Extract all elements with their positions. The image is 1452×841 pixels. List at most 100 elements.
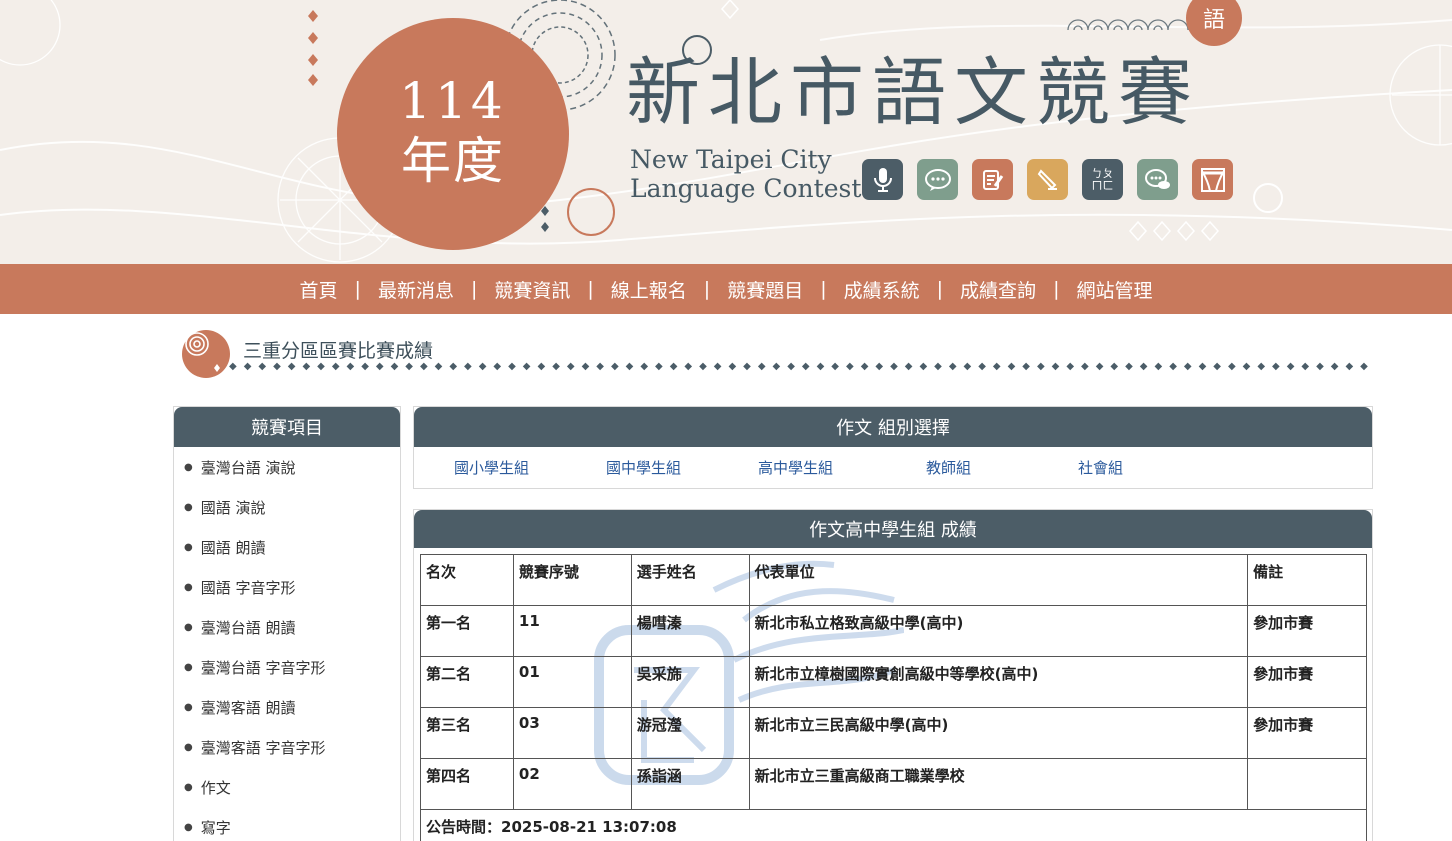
announce-cell: 公告時間：2025-08-21 13:07:08 [420,809,1367,841]
nav-online-registration[interactable]: 線上報名 [609,276,689,303]
sidebar-item-label: 國語 朗讀 [200,538,266,557]
bullet-icon: ● [184,461,193,473]
cell-unit: 新北市立三民高級中學(高中) [748,707,1249,759]
bullet-icon: ● [184,501,193,513]
stage-curtain-icon [1192,159,1233,200]
nav-separator: | [587,278,594,300]
nav-home[interactable]: 首頁 [298,276,340,303]
announce-row: 公告時間：2025-08-21 13:07:08 [420,809,1367,841]
group-link-elementary[interactable]: 國小學生組 [454,457,529,478]
group-link-public[interactable]: 社會組 [1078,457,1123,478]
nav-contest-info[interactable]: 競賽資訊 [492,276,572,303]
sidebar: 競賽項目 ● 臺灣台語 演說 ● 國語 演說 ● 國語 朗讀 ● 國語 字音字形 ● 臺灣… [173,406,401,841]
announce-label: 公告時間： [426,818,502,836]
table-header-row: 名次 競賽序號 選手姓名 代表單位 備註 [420,554,1367,606]
announce-time: 2025-08-21 13:07:08 [501,818,677,836]
sidebar-item-taiwanese-characters[interactable]: ● 臺灣台語 字音字形 [174,647,400,687]
results-panel: 作文高中學生組 成績 名次 競賽序號 選手姓名 代表單位 備註 第一名 11 楊… [413,509,1373,841]
sidebar-item-composition[interactable]: ● 作文 [174,767,400,807]
cell-unit: 新北市立樟樹國際實創高級中等學校(高中) [748,656,1249,708]
bullet-icon: ● [184,541,193,553]
section-divider: ◆◆◆◆◆◆◆◆◆◆◆◆◆◆◆◆◆◆◆◆◆◆◆◆◆◆◆◆◆◆◆◆◆◆◆◆◆◆◆◆… [229,362,1369,372]
sidebar-item-hakka-characters[interactable]: ● 臺灣客語 字音字形 [174,727,400,767]
table-row: 第三名 03 游冠瀅 新北市立三民高級中學(高中) 參加市賽 [420,707,1367,759]
bullet-icon: ● [184,621,193,633]
sidebar-item-label: 國語 演說 [200,498,266,517]
site-title-en-line1: New Taipei City [630,145,832,174]
column-header-remark: 備註 [1247,554,1367,606]
sidebar-item-mandarin-characters[interactable]: ● 國語 字音字形 [174,567,400,607]
year-number: 114 [399,71,507,130]
year-badge: 114 年度 [337,18,569,250]
bullet-icon: ● [184,741,193,753]
nav-latest-news[interactable]: 最新消息 [376,276,456,303]
nav-separator: | [820,278,827,300]
sidebar-list: ● 臺灣台語 演說 ● 國語 演說 ● 國語 朗讀 ● 國語 字音字形 ● 臺灣台語 朗讀… [174,447,400,841]
nav-separator: | [936,278,944,300]
sidebar-item-taiwanese-reading[interactable]: ● 臺灣台語 朗讀 [174,607,400,647]
bullet-icon: ● [184,781,193,793]
cell-serial: 11 [512,605,632,657]
cell-remark: 參加市賽 [1247,707,1367,759]
table-row: 第一名 11 楊嘒溱 新北市私立格致高級中學(高中) 參加市賽 [420,605,1367,657]
nav-separator: | [354,278,361,300]
sidebar-item-mandarin-reading[interactable]: ● 國語 朗讀 [174,527,400,567]
site-title-en: New Taipei City Language Contest [630,145,861,203]
cell-unit: 新北市立三重高級商工職業學校 [748,758,1249,810]
sidebar-item-label: 臺灣客語 字音字形 [200,738,326,757]
nav-score-query[interactable]: 成績查詢 [958,276,1038,303]
nav-separator: | [470,278,478,300]
column-header-unit: 代表單位 [748,554,1249,606]
cell-rank: 第三名 [420,707,514,759]
cell-serial: 03 [512,707,632,759]
sidebar-item-label: 國語 字音字形 [200,578,296,597]
category-icon-row: ㄅㄆ ㄇㄈ [862,159,1233,200]
sidebar-header: 競賽項目 [174,407,400,447]
cell-serial: 01 [512,656,632,708]
nav-site-admin[interactable]: 網站管理 [1074,276,1154,303]
speech-bubble-icon [917,159,958,200]
cell-unit: 新北市私立格致高級中學(高中) [748,605,1249,657]
group-link-junior-high[interactable]: 國中學生組 [606,457,681,478]
nav-contest-topics[interactable]: 競賽題目 [725,276,805,303]
site-title-en-line2: Language Contest [630,174,862,203]
sidebar-item-calligraphy[interactable]: ● 寫字 [174,807,400,841]
emblem-glyph: 語 [1202,8,1225,33]
sidebar-item-label: 寫字 [200,818,231,837]
column-header-name: 選手姓名 [630,554,750,606]
page-title: 三重分區區賽比賽成績 [243,340,434,362]
group-selection-panel: 作文 組別選擇 國小學生組 國中學生組 高中學生組 教師組 社會組 [413,406,1373,489]
microphone-icon [862,159,903,200]
cell-rank: 第一名 [420,605,514,657]
results-header: 作文高中學生組 成績 [414,510,1372,548]
writing-note-icon [972,159,1013,200]
group-link-senior-high[interactable]: 高中學生組 [758,457,833,478]
cell-remark: 參加市賽 [1247,605,1367,657]
bopomofo-icon: ㄅㄆ ㄇㄈ [1082,159,1123,200]
nav-score-system[interactable]: 成績系統 [842,276,922,303]
bullet-icon: ● [184,821,193,833]
table-row: 第四名 02 孫詣涵 新北市立三重高級商工職業學校 [420,758,1367,810]
cell-name: 吳采旆 [630,656,750,708]
section-heading: 三重分區區賽比賽成績 ◆◆◆◆◆◆◆◆◆◆◆◆◆◆◆◆◆◆◆◆◆◆◆◆◆◆◆◆◆… [181,326,1371,382]
sidebar-item-hakka-reading[interactable]: ● 臺灣客語 朗讀 [174,687,400,727]
site-title-zh: 新北市語文競賽 [626,50,1200,136]
bullet-icon: ● [184,581,193,593]
table-row: 第二名 01 吳采旆 新北市立樟樹國際實創高級中等學校(高中) 參加市賽 [420,656,1367,708]
sidebar-item-taiwanese-speech[interactable]: ● 臺灣台語 演說 [174,447,400,487]
cell-rank: 第四名 [420,758,514,810]
sidebar-item-label: 臺灣台語 朗讀 [200,618,296,637]
cell-name: 游冠瀅 [630,707,750,759]
sidebar-item-label: 作文 [200,778,231,797]
group-selection-header: 作文 組別選擇 [414,407,1372,447]
bullet-icon: ● [184,661,193,673]
bullet-icon: ● [184,701,193,713]
pen-nib-icon [1027,159,1068,200]
section-heading-icon [182,330,230,378]
sidebar-item-mandarin-speech[interactable]: ● 國語 演說 [174,487,400,527]
banner: 114 年度 語 新北市語文競賽 New Taipei City Languag… [0,0,1452,264]
group-link-teacher[interactable]: 教師組 [926,457,971,478]
sidebar-item-label: 臺灣台語 演說 [200,458,296,477]
cell-remark: 參加市賽 [1247,656,1367,708]
cell-remark [1247,758,1367,810]
